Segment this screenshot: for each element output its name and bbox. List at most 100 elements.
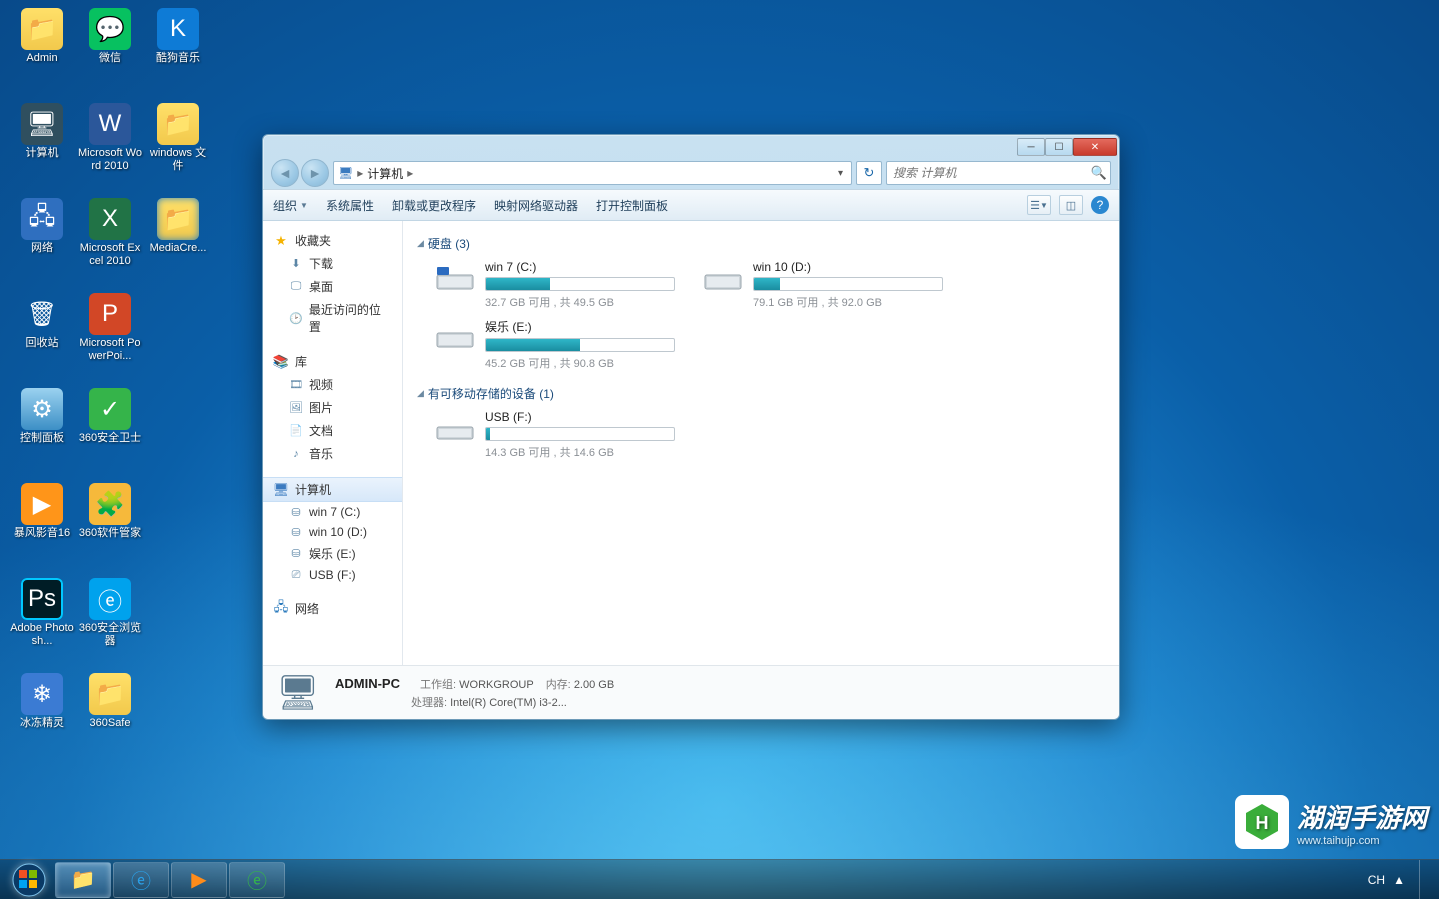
sidebar-item-娱乐 (E:)[interactable]: ⛁ 娱乐 (E:)	[263, 542, 402, 565]
cmd-map-network-drive[interactable]: 映射网络驱动器	[494, 197, 578, 214]
sidebar-item-label: 桌面	[309, 278, 333, 295]
show-desktop-button[interactable]	[1419, 860, 1431, 899]
drive-USB (F:)[interactable]: USB (F:) 14.3 GB 可用 , 共 14.6 GB	[435, 410, 675, 460]
hdd-icon: ⛁	[289, 547, 303, 561]
sidebar-item-最近访问的位置[interactable]: 🕑最近访问的位置	[263, 298, 402, 338]
view-mode-button[interactable]: ☰ ▼	[1027, 195, 1051, 215]
start-button[interactable]	[4, 862, 54, 898]
folder-icon: 📁	[157, 103, 199, 145]
sidebar-item-win 7 (C:)[interactable]: ⛁win 7 (C:)	[263, 502, 402, 522]
desktop-icon-Admin[interactable]: 📁Admin	[8, 8, 76, 93]
cmd-system-properties[interactable]: 系统属性	[326, 197, 374, 214]
taskbar-media-player[interactable]: ▶	[171, 862, 227, 898]
section-header[interactable]: ◢硬盘 (3)	[417, 235, 1105, 252]
sidebar-item-文档[interactable]: 📄文档	[263, 419, 402, 442]
cmd-uninstall-programs[interactable]: 卸载或更改程序	[392, 197, 476, 214]
drive-win 10 (D:)[interactable]: win 10 (D:) 79.1 GB 可用 , 共 92.0 GB	[703, 260, 943, 310]
desktop-icon-微信[interactable]: 💬微信	[76, 8, 144, 93]
desktop-icon-360安全卫士[interactable]: ✓360安全卫士	[76, 388, 144, 473]
desktop-icon-Microsoft PowerPoi...[interactable]: PMicrosoft PowerPoi...	[76, 293, 144, 378]
breadcrumb-dropdown[interactable]: ▾	[834, 168, 847, 179]
desktop-icon-label: 暴风影音16	[14, 527, 70, 540]
cmd-open-control-panel[interactable]: 打开控制面板	[596, 197, 668, 214]
sidebar-item-label: 文档	[309, 422, 333, 439]
content-pane: ◢硬盘 (3) win 7 (C:) 32.7 GB 可用 , 共 49.5 G…	[403, 221, 1119, 665]
desktop-icon-Microsoft Word 2010[interactable]: WMicrosoft Word 2010	[76, 103, 144, 188]
sidebar-item-下载[interactable]: ⬇下载	[263, 252, 402, 275]
nav-back-button[interactable]: ◄	[271, 159, 299, 187]
explorer-window: ─ ☐ ✕ ◄ ► 🖥 ▸ 计算机 ▸ ▾ ↻ 🔍	[262, 134, 1120, 720]
sidebar-item-视频[interactable]: 🎞视频	[263, 373, 402, 396]
sidebar-item-win 10 (D:)[interactable]: ⛁win 10 (D:)	[263, 522, 402, 542]
breadcrumb-label[interactable]: 计算机	[367, 165, 403, 182]
watermark-title: 湖润手游网	[1297, 798, 1427, 835]
desktop-icon-暴风影音16[interactable]: ▶暴风影音16	[8, 483, 76, 568]
drive-win 7 (C:)[interactable]: win 7 (C:) 32.7 GB 可用 , 共 49.5 GB	[435, 260, 675, 310]
tray-chevron-up-icon[interactable]: ▲	[1393, 873, 1405, 887]
desktop-icon-控制面板[interactable]: ⚙控制面板	[8, 388, 76, 473]
desktop-icon-网络[interactable]: 🖧网络	[8, 198, 76, 283]
drive-usage-text: 32.7 GB 可用 , 共 49.5 GB	[485, 294, 675, 310]
preview-pane-button[interactable]: ◫	[1059, 195, 1083, 215]
drive-usage-text: 14.3 GB 可用 , 共 14.6 GB	[485, 444, 675, 460]
details-pane: 🖥 ADMIN-PC 工作组: WORKGROUP 内存: 2.00 GB 处理…	[263, 665, 1119, 719]
drive-娱乐 (E:)[interactable]: 娱乐 (E:) 45.2 GB 可用 , 共 90.8 GB	[435, 318, 675, 371]
cmd-organize[interactable]: 组织▼	[273, 197, 308, 214]
sidebar-favorites-header[interactable]: ★收藏夹	[263, 229, 402, 252]
help-button[interactable]: ?	[1091, 196, 1109, 214]
search-box[interactable]: 🔍	[886, 161, 1111, 185]
desktop-icon-计算机[interactable]: 🖥计算机	[8, 103, 76, 188]
taskbar-explorer[interactable]: 📁	[55, 862, 111, 898]
sidebar-item-音乐[interactable]: ♪音乐	[263, 442, 402, 465]
window-titlebar[interactable]: ─ ☐ ✕	[263, 135, 1119, 157]
taskbar-360browser[interactable]: ⓔ	[229, 862, 285, 898]
close-button[interactable]: ✕	[1073, 138, 1117, 156]
nav-row: ◄ ► 🖥 ▸ 计算机 ▸ ▾ ↻ 🔍	[263, 157, 1119, 189]
desktop-icon-label: MediaCre...	[150, 242, 207, 255]
drive-icon	[435, 318, 475, 358]
desktop-icon-回收站[interactable]: 🗑回收站	[8, 293, 76, 378]
minimize-button[interactable]: ─	[1017, 138, 1045, 156]
sidebar-item-label: win 7 (C:)	[309, 505, 360, 519]
nav-forward-button[interactable]: ►	[301, 159, 329, 187]
hdd-icon: ⛁	[289, 525, 303, 539]
desktop-icon-冰冻精灵[interactable]: ❄冰冻精灵	[8, 673, 76, 758]
maximize-button[interactable]: ☐	[1045, 138, 1073, 156]
sidebar-item-桌面[interactable]: 🖵桌面	[263, 275, 402, 298]
desktop-icon-360软件管家[interactable]: 🧩360软件管家	[76, 483, 144, 568]
sidebar-network-header[interactable]: 🖧网络	[263, 597, 402, 620]
mcre-icon: 📁	[157, 198, 199, 240]
refresh-button[interactable]: ↻	[856, 161, 882, 185]
desktop-icon-Microsoft Excel 2010[interactable]: XMicrosoft Excel 2010	[76, 198, 144, 283]
sidebar-item-label: 音乐	[309, 445, 333, 462]
system-tray[interactable]: CH ▲	[1368, 860, 1435, 899]
desktop-icon-酷狗音乐[interactable]: K酷狗音乐	[144, 8, 212, 93]
section-header[interactable]: ◢有可移动存储的设备 (1)	[417, 385, 1105, 402]
desktop[interactable]: 📁Admin💬微信K酷狗音乐🖥计算机WMicrosoft Word 2010📁w…	[0, 0, 1439, 899]
desktop-icon-Adobe Photosh...[interactable]: PsAdobe Photosh...	[8, 578, 76, 663]
breadcrumb[interactable]: 🖥 ▸ 计算机 ▸ ▾	[333, 161, 852, 185]
sidebar-item-label: 娱乐 (E:)	[309, 545, 356, 562]
sidebar-item-图片[interactable]: 🖼 图片	[263, 396, 402, 419]
sidebar-item-USB (F:)[interactable]: ⎚USB (F:)	[263, 565, 402, 585]
drive-usage-bar	[485, 427, 675, 441]
desktop-icon-windows 文件[interactable]: 📁windows 文件	[144, 103, 212, 188]
desktop-icon-MediaCre...[interactable]: 📁 MediaCre...	[144, 198, 212, 283]
drive-icon	[435, 260, 475, 300]
tray-lang[interactable]: CH	[1368, 873, 1385, 887]
search-input[interactable]	[887, 166, 1088, 180]
desktop-icon-label: 酷狗音乐	[156, 52, 200, 65]
desktop-icon-360安全浏览器[interactable]: ⓔ360安全浏览器	[76, 578, 144, 663]
sidebar-computer-header[interactable]: 🖥计算机	[263, 477, 402, 502]
desktop-icon-360Safe[interactable]: 📁360Safe	[76, 673, 144, 758]
command-bar: 组织▼ 系统属性 卸载或更改程序 映射网络驱动器 打开控制面板 ☰ ▼ ◫ ?	[263, 189, 1119, 221]
search-icon[interactable]: 🔍	[1088, 165, 1110, 181]
picture-icon: 🖼	[289, 401, 303, 415]
folder-icon: 📁	[21, 8, 63, 50]
desktop-icon-label: 回收站	[26, 337, 59, 350]
desktop-icon-label: windows 文件	[146, 147, 210, 173]
sidebar-libraries-header[interactable]: 📚库	[263, 350, 402, 373]
sidebar-item-label: 图片	[309, 399, 333, 416]
download-icon: ⬇	[289, 257, 303, 271]
taskbar-ie[interactable]: ⓔ	[113, 862, 169, 898]
